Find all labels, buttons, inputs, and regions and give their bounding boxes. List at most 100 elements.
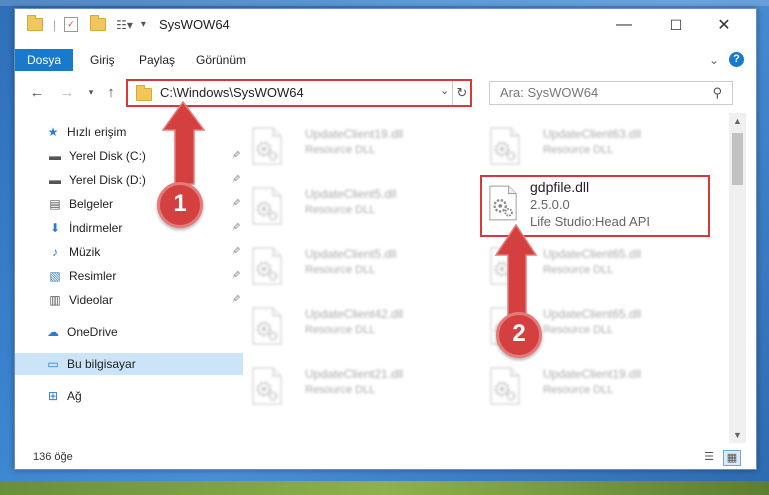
sidebar-item[interactable]: ▬ Yerel Disk (D:) ✎	[15, 169, 245, 191]
sidebar-item[interactable]: ★ Hızlı erişim	[15, 121, 243, 143]
tiles-view-icon[interactable]: ▦	[723, 450, 741, 466]
file-tile[interactable]: UpdateClient63.dll Resource DLL	[483, 123, 713, 167]
ribbon-expand-icon[interactable]: ⌄	[709, 49, 719, 71]
file-name: UpdateClient19.dll	[543, 367, 642, 381]
file-type: Resource DLL	[305, 264, 376, 276]
navigation-pane: ★ Hızlı erişim ▬ Yerel Disk (C:) ✎ ▬ Yerel Dis…	[15, 113, 243, 443]
tab-giris[interactable]: Giriş	[90, 49, 115, 71]
sidebar-item-label: Belgeler	[69, 197, 114, 211]
sidebar-item[interactable]: ☁ OneDrive	[15, 321, 243, 343]
sidebar-item-label: Videolar	[69, 293, 113, 307]
dll-file-icon	[252, 307, 282, 345]
file-type: Resource DLL	[543, 264, 614, 276]
file-name: gdpfile.dll	[530, 179, 590, 195]
step-badge-1: 1	[157, 182, 203, 228]
properties-icon[interactable]: ✓	[64, 17, 79, 32]
dll-file-icon	[489, 185, 517, 221]
sidebar-item[interactable]: ⬇ İndirmeler ✎	[15, 217, 245, 239]
ribbon-tabs: Dosya Giriş Paylaş Görünüm ⌄ ?	[15, 49, 756, 71]
details-view-icon[interactable]: ☰	[701, 450, 717, 464]
search-icon[interactable]: ⚲	[712, 85, 722, 101]
customize-toolbar-icon[interactable]: ☷▾	[116, 18, 133, 32]
file-tile[interactable]: UpdateClient21.dll Resource DLL	[245, 363, 475, 407]
sidebar-item[interactable]: ▥ Videolar ✎	[15, 289, 245, 311]
file-tile[interactable]: UpdateClient65.dll Resource DLL	[483, 243, 713, 287]
tab-dosya[interactable]: Dosya	[15, 49, 74, 71]
back-button[interactable]: ←	[27, 81, 47, 103]
file-tile[interactable]: UpdateClient19.dll Resource DLL	[245, 123, 475, 167]
address-dropdown-icon[interactable]: ⌄	[440, 84, 449, 97]
tab-gorunum[interactable]: Görünüm	[196, 49, 246, 71]
folder-icon	[136, 85, 152, 101]
toolbar-dropdown-icon[interactable]: ▾	[141, 19, 146, 30]
file-type: Resource DLL	[305, 144, 376, 156]
sidebar-item-label: Hızlı erişim	[67, 125, 127, 139]
maximize-button[interactable]: ☐	[653, 9, 699, 41]
videos-icon: ▥	[49, 293, 61, 307]
address-bar[interactable]: C:\Windows\SysWOW64 ⌄ ↻	[126, 79, 472, 107]
sidebar-item-label: Bu bilgisayar	[67, 357, 136, 371]
star-icon: ★	[47, 125, 59, 139]
file-tile[interactable]: UpdateClient5.dll Resource DLL	[245, 183, 475, 227]
dll-file-icon	[490, 367, 520, 405]
wallpaper-stripe	[0, 0, 769, 6]
forward-button[interactable]: →	[57, 81, 77, 103]
file-name: UpdateClient63.dll	[543, 127, 642, 141]
sidebar-item-label: Yerel Disk (C:)	[69, 149, 146, 163]
file-name: UpdateClient65.dll	[543, 307, 642, 321]
download-icon: ⬇	[49, 221, 61, 235]
dll-file-icon	[252, 127, 282, 165]
help-icon[interactable]: ?	[729, 52, 744, 67]
drive-icon: ▬	[49, 149, 61, 163]
address-path: C:\Windows\SysWOW64	[160, 85, 304, 100]
tab-paylas[interactable]: Paylaş	[139, 49, 175, 71]
sidebar-item-label: Ağ	[67, 389, 82, 403]
sidebar-item[interactable]: ♪ Müzik ✎	[15, 241, 245, 263]
file-type: Resource DLL	[543, 384, 614, 396]
network-icon: ⊞	[47, 389, 59, 403]
sidebar-item-label: OneDrive	[67, 325, 118, 339]
new-folder-icon[interactable]	[90, 15, 107, 31]
minimize-button[interactable]: —	[601, 9, 647, 41]
file-icon-wrap	[489, 247, 521, 285]
sidebar-item[interactable]: ▭ Bu bilgisayar	[15, 353, 243, 375]
highlighted-file-tile[interactable]: gdpfile.dll 2.5.0.0 Life Studio:Head API	[480, 175, 710, 237]
scroll-up-icon[interactable]: ▲	[729, 113, 746, 129]
drive-icon: ▬	[49, 173, 61, 187]
file-type: Resource DLL	[543, 324, 614, 336]
up-button[interactable]: ↑	[101, 81, 121, 103]
sidebar-item[interactable]: ▧ Resimler ✎	[15, 265, 245, 287]
file-tile[interactable]: UpdateClient5.dll Resource DLL	[245, 243, 475, 287]
cloud-icon: ☁	[47, 325, 59, 339]
file-tile[interactable]: UpdateClient19.dll Resource DLL	[483, 363, 713, 407]
music-icon: ♪	[52, 245, 58, 259]
file-icon-wrap	[251, 247, 283, 285]
file-icon-wrap	[251, 187, 283, 225]
file-name: UpdateClient19.dll	[305, 127, 404, 141]
file-list: UpdateClient19.dll Resource DLL UpdateClie…	[225, 113, 735, 443]
computer-icon: ▭	[47, 357, 59, 371]
recent-locations-button[interactable]: ▾	[81, 81, 101, 103]
vertical-scrollbar[interactable]: ▲ ▼	[729, 113, 746, 443]
file-type: Resource DLL	[305, 384, 376, 396]
sidebar-item[interactable]: ▤ Belgeler ✎	[15, 193, 245, 215]
file-tile[interactable]: UpdateClient42.dll Resource DLL	[245, 303, 475, 347]
sidebar-item[interactable]: ▬ Yerel Disk (C:) ✎	[15, 145, 245, 167]
status-bar: 136 öğe ☰ ▦	[15, 447, 756, 469]
sidebar-item-label: Müzik	[69, 245, 101, 259]
file-name: UpdateClient65.dll	[543, 247, 642, 261]
refresh-button[interactable]: ↻	[452, 81, 471, 105]
pictures-icon: ▧	[49, 269, 61, 283]
file-type: Resource DLL	[543, 144, 614, 156]
window-title: SysWOW64	[159, 17, 230, 32]
file-icon-wrap	[251, 307, 283, 345]
dll-file-icon	[252, 187, 282, 225]
sidebar-item[interactable]: ⊞ Ağ	[15, 385, 243, 407]
scroll-thumb[interactable]	[732, 133, 743, 185]
search-input[interactable]: Ara: SysWOW64 ⚲	[489, 81, 733, 105]
close-button[interactable]: ✕	[701, 9, 747, 41]
search-placeholder: Ara: SysWOW64	[500, 85, 599, 100]
file-icon-wrap	[489, 367, 521, 405]
separator: |	[53, 17, 57, 32]
scroll-down-icon[interactable]: ▼	[729, 427, 746, 443]
